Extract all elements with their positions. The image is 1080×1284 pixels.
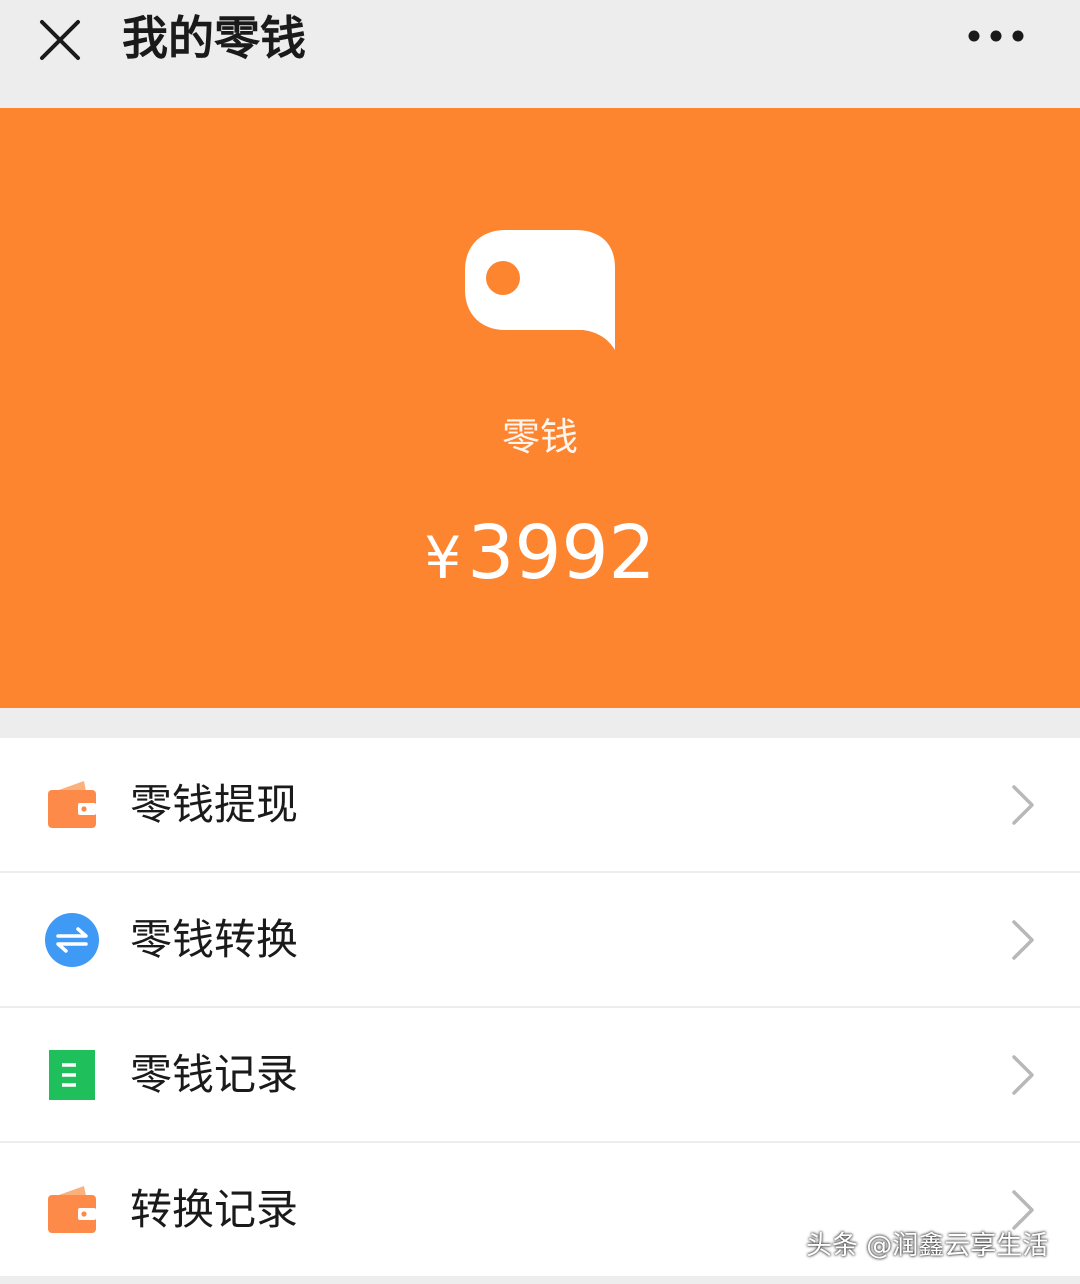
record-list-icon bbox=[49, 1050, 95, 1100]
menu-item-exchange[interactable]: 零钱转换 bbox=[0, 873, 1080, 1006]
watermark: 头条 @润鑫云享生活 bbox=[806, 1231, 1049, 1261]
balance-amount: ¥3992 bbox=[0, 508, 1080, 603]
balance-panel: 零钱 ¥3992 bbox=[0, 108, 1080, 708]
coin-wallet-icon bbox=[465, 230, 615, 350]
balance-label: 零钱 bbox=[501, 415, 578, 459]
menu-item-label: 零钱记录 bbox=[130, 1050, 299, 1099]
action-menu: 零钱提现 零钱转换 零钱记录 转换记录 bbox=[0, 738, 1080, 1276]
menu-item-label: 转换记录 bbox=[130, 1185, 299, 1234]
chevron-right-icon bbox=[1012, 1055, 1034, 1095]
exchange-icon bbox=[45, 913, 99, 967]
wallet-icon bbox=[48, 781, 96, 828]
more-dots-icon bbox=[968, 30, 1024, 42]
more-button[interactable] bbox=[960, 18, 1040, 54]
chevron-right-icon bbox=[1012, 785, 1034, 825]
navigation-bar: 我的零钱 bbox=[0, 0, 1080, 108]
close-icon bbox=[40, 20, 80, 60]
amount-value: 3992 bbox=[467, 510, 656, 596]
page-title: 我的零钱 bbox=[122, 11, 306, 65]
chevron-right-icon bbox=[1012, 920, 1034, 960]
currency-symbol: ¥ bbox=[424, 524, 462, 592]
menu-item-label: 零钱提现 bbox=[130, 780, 299, 829]
change-wallet-page: 我的零钱 零钱 ¥3992 零钱提现 零钱转换 零钱记录 转换记录 头条 @润鑫… bbox=[0, 0, 1080, 1284]
menu-item-label: 零钱转换 bbox=[130, 915, 299, 964]
close-button[interactable] bbox=[30, 10, 90, 70]
wallet-icon bbox=[48, 1186, 96, 1233]
menu-item-withdraw[interactable]: 零钱提现 bbox=[0, 738, 1080, 871]
menu-item-change-records[interactable]: 零钱记录 bbox=[0, 1008, 1080, 1141]
